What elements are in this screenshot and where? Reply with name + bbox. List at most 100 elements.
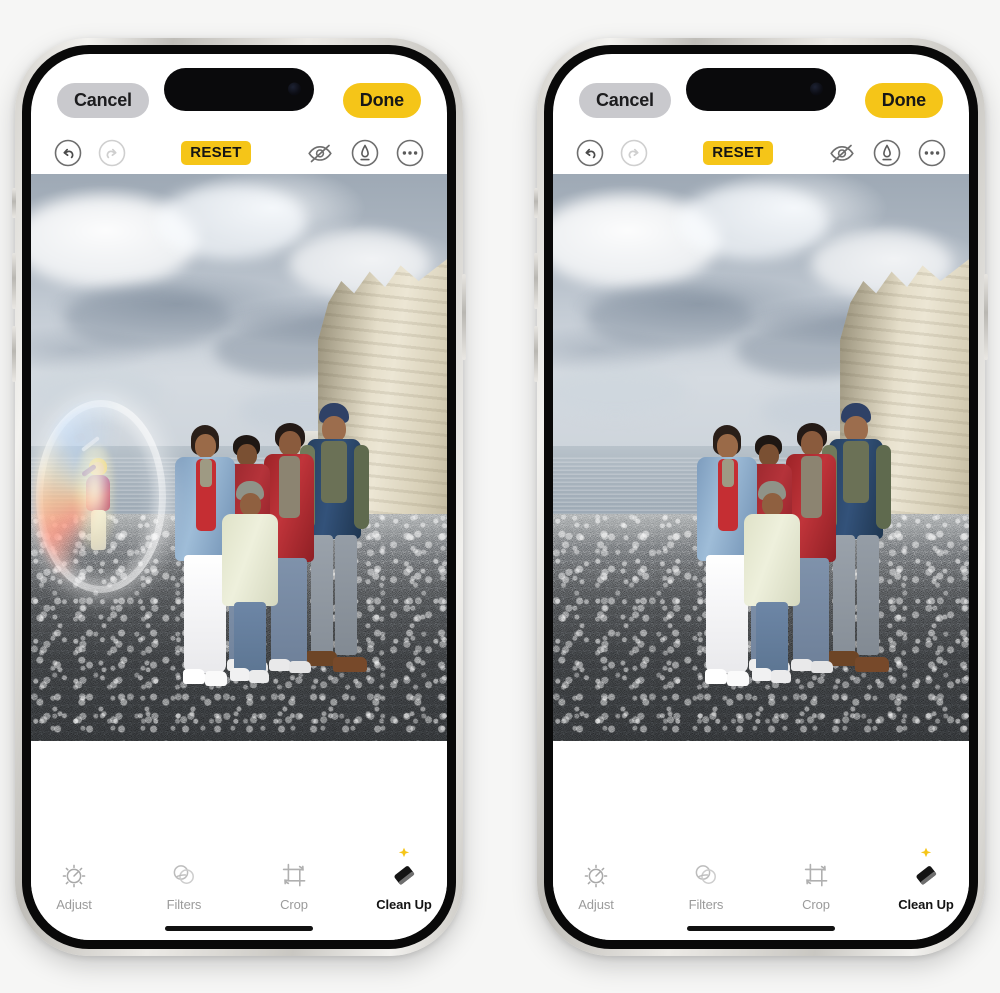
photo-image (553, 173, 969, 741)
cancel-button[interactable]: Cancel (57, 83, 149, 118)
sneaker-left (705, 668, 727, 684)
filters-circles-icon (169, 860, 199, 890)
tool-label: Adjust (578, 896, 614, 912)
face (717, 433, 738, 458)
jeans (756, 601, 788, 672)
side-power-button[interactable] (462, 273, 466, 360)
phone-after: Cancel Done RESET Adjust Filters Crop Cl… (534, 37, 988, 956)
tool-filters[interactable]: Filters (675, 860, 737, 912)
cleanup-eraser-icon (389, 860, 419, 890)
face (759, 443, 779, 466)
screen-after: Cancel Done RESET Adjust Filters Crop Cl… (553, 53, 969, 940)
cream-puffer-jacket (744, 513, 800, 606)
crop-frame-icon (279, 860, 309, 890)
inner-shirt (843, 440, 869, 503)
white-skirt (184, 554, 226, 673)
adjust-dial-icon (581, 860, 611, 890)
tool-label: Filters (688, 896, 724, 912)
screenshot-stage: Cancel Done RESET Adjust Filters Crop Cl… (0, 0, 1000, 993)
tool-clean-up[interactable]: Clean Up (373, 847, 435, 912)
face (237, 443, 257, 466)
cleanup-eraser-icon (911, 860, 941, 890)
screen-before: Cancel Done RESET Adjust Filters Crop Cl… (31, 53, 447, 940)
volume-up-button[interactable] (534, 252, 538, 309)
tool-adjust[interactable]: Adjust (43, 860, 105, 912)
face (801, 430, 823, 456)
sleeve-right (876, 444, 891, 529)
sparkle-icon (920, 847, 933, 860)
person-child (743, 480, 801, 693)
edit-toolbar-right-icons (827, 138, 947, 168)
home-indicator[interactable] (687, 925, 835, 931)
cream-puffer-jacket (222, 513, 278, 606)
undo-arrow-icon[interactable] (53, 138, 83, 168)
filters-circles-icon (691, 860, 721, 890)
shoe-right (855, 656, 889, 672)
ellipsis-circle-icon[interactable] (395, 138, 425, 168)
reset-button[interactable]: RESET (181, 140, 251, 165)
auto-enhance-pen-icon[interactable] (872, 138, 902, 168)
side-power-button[interactable] (984, 273, 988, 360)
shoe-right (289, 660, 311, 673)
cancel-button[interactable]: Cancel (579, 83, 671, 118)
inner-shirt (321, 440, 347, 503)
face (240, 492, 261, 516)
tool-adjust[interactable]: Adjust (565, 860, 627, 912)
edit-toolbar-right-icons (305, 138, 425, 168)
face (844, 415, 868, 442)
reset-button[interactable]: RESET (703, 140, 773, 165)
front-camera-icon (288, 82, 301, 96)
jeans-right (857, 534, 879, 655)
shoe-right (333, 656, 367, 672)
person-child (221, 480, 279, 693)
front-camera-icon (810, 82, 823, 96)
home-indicator[interactable] (165, 925, 313, 931)
eye-slash-icon[interactable] (305, 138, 335, 168)
auto-enhance-pen-icon[interactable] (350, 138, 380, 168)
redo-arrow-icon[interactable] (97, 138, 127, 168)
sneaker-left (183, 668, 205, 684)
action-button[interactable] (534, 187, 538, 218)
done-button[interactable]: Done (864, 83, 943, 118)
dynamic-island[interactable] (164, 67, 314, 111)
face (195, 433, 216, 458)
sparkle-icon (398, 847, 411, 860)
photo-canvas-after[interactable] (553, 173, 969, 741)
edit-toolbar: RESET (31, 126, 447, 174)
sneaker-right (249, 669, 269, 683)
cleanup-subject-glow (75, 445, 115, 550)
ellipsis-circle-icon[interactable] (917, 138, 947, 168)
editor-bottom-panel: Adjust Filters Crop Clean Up (31, 757, 447, 940)
crop-frame-icon (801, 860, 831, 890)
tool-filters[interactable]: Filters (153, 860, 215, 912)
inner-collar (200, 458, 212, 487)
tool-clean-up[interactable]: Clean Up (895, 847, 957, 912)
volume-down-button[interactable] (12, 325, 16, 382)
sleeve-right (354, 444, 369, 529)
done-button[interactable]: Done (342, 83, 421, 118)
photo-canvas-before[interactable] (31, 173, 447, 741)
editor-bottom-panel: Adjust Filters Crop Clean Up (553, 757, 969, 940)
dynamic-island[interactable] (686, 67, 836, 111)
tool-label: Filters (166, 896, 202, 912)
tool-label: Clean Up (376, 896, 432, 912)
jeans (234, 601, 266, 672)
inner-top (801, 455, 822, 518)
tool-label: Crop (280, 896, 308, 912)
white-skirt (706, 554, 748, 673)
inner-top (279, 455, 300, 518)
undo-arrow-icon[interactable] (575, 138, 605, 168)
adjust-dial-icon (59, 860, 89, 890)
tool-label: Crop (802, 896, 830, 912)
tool-crop[interactable]: Crop (263, 860, 325, 912)
action-button[interactable] (12, 187, 16, 218)
phone-bezel: Cancel Done RESET Adjust Filters Crop Cl… (544, 44, 978, 949)
shoe-right (811, 660, 833, 673)
tool-label: Adjust (56, 896, 92, 912)
redo-arrow-icon[interactable] (619, 138, 649, 168)
tool-crop[interactable]: Crop (785, 860, 847, 912)
eye-slash-icon[interactable] (827, 138, 857, 168)
sneaker-left (752, 667, 772, 681)
volume-up-button[interactable] (12, 252, 16, 309)
volume-down-button[interactable] (534, 325, 538, 382)
